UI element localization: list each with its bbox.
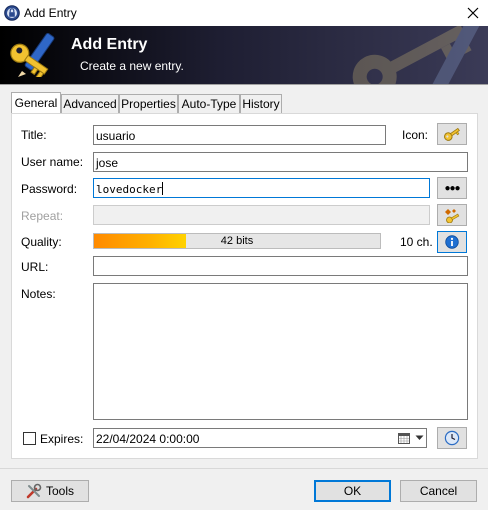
expires-label[interactable]: Expires: xyxy=(40,432,83,446)
tools-icon xyxy=(26,483,42,499)
show-password-button[interactable]: ●●● xyxy=(437,177,467,199)
key-pen-icon xyxy=(10,33,55,77)
notes-label: Notes: xyxy=(21,287,56,301)
title-label: Title: xyxy=(21,128,47,142)
key-icon xyxy=(444,127,460,141)
banner-title: Add Entry xyxy=(71,36,148,53)
tab-advanced[interactable]: Advanced xyxy=(61,94,119,113)
quality-bits-text: 42 bits xyxy=(220,235,254,247)
password-field[interactable]: lovedocker xyxy=(93,178,430,198)
close-button[interactable] xyxy=(458,0,488,26)
cancel-button[interactable]: Cancel xyxy=(400,480,477,502)
calendar-icon xyxy=(398,432,410,444)
keepass-lock-icon xyxy=(4,5,20,21)
icon-label: Icon: xyxy=(402,128,429,142)
password-label: Password: xyxy=(21,182,78,196)
password-generator-icon xyxy=(445,209,460,223)
banner-divider xyxy=(0,84,488,85)
key-watermark-icon xyxy=(352,26,485,84)
username-label: User name: xyxy=(21,155,84,169)
quality-label: Quality: xyxy=(21,235,62,249)
tab-history[interactable]: History xyxy=(240,94,282,113)
expires-checkbox[interactable] xyxy=(23,432,36,445)
url-field[interactable] xyxy=(93,256,468,276)
tab-properties[interactable]: Properties xyxy=(119,94,178,113)
ok-button[interactable]: OK xyxy=(314,480,391,502)
repeat-label: Repeat: xyxy=(21,209,64,223)
repeat-password-field xyxy=(93,205,430,225)
quality-bar: 42 bits xyxy=(93,233,381,249)
clock-icon xyxy=(444,430,460,446)
footer-divider xyxy=(0,468,488,469)
password-value: lovedocker xyxy=(96,183,163,196)
title-field[interactable]: usuario xyxy=(93,125,386,145)
date-dropdown[interactable] xyxy=(398,431,424,445)
icon-picker-button[interactable] xyxy=(437,123,467,145)
general-tab-panel: Title: usuario Icon: User name: jose Pas… xyxy=(11,113,478,459)
text-caret xyxy=(162,182,164,195)
close-icon xyxy=(467,7,479,19)
password-generator-button[interactable] xyxy=(437,204,467,226)
username-field[interactable]: jose xyxy=(93,152,468,172)
tools-button[interactable]: Tools xyxy=(11,480,89,502)
notes-textarea[interactable] xyxy=(93,283,468,420)
expiry-presets-button[interactable] xyxy=(437,427,467,449)
info-icon xyxy=(445,235,459,249)
tools-button-label: Tools xyxy=(45,484,74,498)
chevron-down-icon xyxy=(415,435,424,440)
banner-subtitle: Create a new entry. xyxy=(80,59,184,73)
quality-info-button[interactable] xyxy=(437,231,467,253)
header-banner: Add Entry Create a new entry. xyxy=(0,26,488,84)
tab-auto-type[interactable]: Auto-Type xyxy=(178,94,240,113)
title-bar: Add Entry xyxy=(0,0,488,26)
tab-general[interactable]: General xyxy=(11,92,61,113)
password-length-text: 10 ch. xyxy=(400,235,433,249)
window-title: Add Entry xyxy=(24,6,77,20)
url-label: URL: xyxy=(21,260,49,274)
expiry-date-picker[interactable]: 22/04/2024 0:00:00 xyxy=(93,428,427,448)
expiry-date-value: 22/04/2024 0:00:00 xyxy=(96,432,200,446)
